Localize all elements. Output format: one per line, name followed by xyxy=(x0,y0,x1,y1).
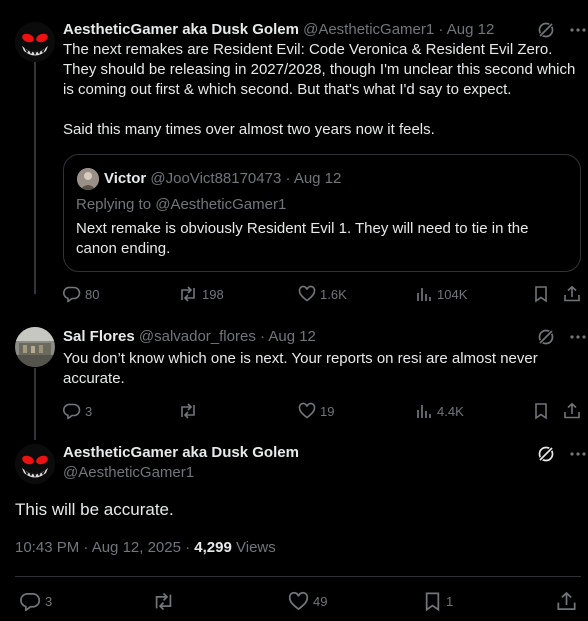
avatar[interactable] xyxy=(15,22,55,62)
repost-button[interactable]: 198 xyxy=(178,284,224,304)
views-count: 4.4K xyxy=(437,403,464,419)
author-handle[interactable]: @salvador_flores xyxy=(139,328,256,345)
quote-date: Aug 12 xyxy=(293,170,342,187)
repost-icon xyxy=(178,402,198,420)
share-icon xyxy=(563,402,581,420)
bookmark-button[interactable] xyxy=(533,284,549,304)
like-count: 49 xyxy=(313,593,328,609)
like-icon xyxy=(288,591,309,612)
repost-button[interactable] xyxy=(178,401,202,421)
reply-button[interactable]: 3 xyxy=(63,401,92,421)
quoted-post[interactable]: Victor @JooVict88170473 · Aug 12 Replyin… xyxy=(63,154,581,272)
post-header: Sal Flores @salvador_flores · Aug 12 xyxy=(63,327,316,347)
grok-icon[interactable] xyxy=(537,445,555,463)
views-total: 4,299 xyxy=(194,539,232,556)
like-icon xyxy=(298,285,316,303)
bookmark-button[interactable]: 1 xyxy=(423,590,453,612)
views-count: 104K xyxy=(437,286,468,302)
quote-header: Victor @JooVict88170473 · Aug 12 xyxy=(104,169,341,189)
views-label: Views xyxy=(231,539,276,556)
reply-icon xyxy=(20,591,41,612)
avatar[interactable] xyxy=(15,327,55,367)
post-actions: 3 19 4.4K xyxy=(0,401,588,421)
grok-icon[interactable] xyxy=(537,21,555,39)
more-icon[interactable] xyxy=(569,21,587,39)
avatar[interactable] xyxy=(15,444,55,484)
reply-count: 3 xyxy=(85,403,93,419)
bookmark-button[interactable] xyxy=(533,401,549,421)
post-top-actions xyxy=(537,328,587,346)
post-meta: 10:43 PM · Aug 12, 2025 · 4,299 Views xyxy=(15,539,276,556)
author-name[interactable]: AestheticGamer aka Dusk Golem xyxy=(63,21,299,38)
more-icon[interactable] xyxy=(569,328,587,346)
post-actions: 80 198 1.6K 104K xyxy=(0,284,588,304)
views-button[interactable]: 4.4K xyxy=(415,401,464,421)
main-author-handle[interactable]: @AestheticGamer1 xyxy=(63,463,194,483)
author-name[interactable]: Sal Flores xyxy=(63,328,135,345)
bookmark-count: 1 xyxy=(446,593,454,609)
post-top-actions xyxy=(537,445,587,463)
share-button[interactable] xyxy=(556,590,577,612)
author-name: AestheticGamer aka Dusk Golem xyxy=(63,444,299,461)
separator: · xyxy=(281,170,294,187)
reply-icon xyxy=(63,402,81,420)
like-button[interactable]: 49 xyxy=(288,590,327,612)
grok-icon[interactable] xyxy=(537,328,555,346)
share-icon xyxy=(563,285,581,303)
reply-button[interactable]: 3 xyxy=(20,590,52,612)
repost-icon xyxy=(152,591,175,612)
author-handle[interactable]: @AestheticGamer1 xyxy=(303,21,434,38)
bookmark-icon xyxy=(533,285,549,303)
main-post-text: This will be accurate. xyxy=(15,500,174,519)
more-icon[interactable] xyxy=(569,445,587,463)
quote-author-handle: @JooVict88170473 xyxy=(150,170,282,187)
like-icon xyxy=(298,402,316,420)
repost-icon xyxy=(178,285,198,303)
share-button[interactable] xyxy=(563,401,581,421)
main-author-name[interactable]: AestheticGamer aka Dusk Golem xyxy=(63,443,299,463)
repost-button[interactable] xyxy=(152,590,179,612)
reply-icon xyxy=(63,285,81,303)
like-count: 1.6K xyxy=(320,286,347,302)
thread-line xyxy=(34,62,36,294)
replying-to: Replying to @AestheticGamer1 xyxy=(76,196,287,213)
separator: · xyxy=(255,328,269,345)
quote-text: Next remake is obviously Resident Evil 1… xyxy=(76,220,533,257)
share-button[interactable] xyxy=(563,284,581,304)
post-top-actions xyxy=(537,21,587,39)
reply-button[interactable]: 80 xyxy=(63,284,99,304)
views-icon xyxy=(415,402,433,420)
like-button[interactable]: 19 xyxy=(298,401,334,421)
post-date[interactable]: Aug 12 xyxy=(447,21,495,38)
post-text: The next remakes are Resident Evil: Code… xyxy=(63,41,576,138)
reply-count: 80 xyxy=(85,286,100,302)
divider xyxy=(15,576,581,577)
reply-count: 3 xyxy=(45,593,53,609)
like-button[interactable]: 1.6K xyxy=(298,284,347,304)
post-timestamp[interactable]: 10:43 PM · Aug 12, 2025 · xyxy=(15,539,194,556)
main-post-actions: 3 49 1 xyxy=(0,590,588,612)
quote-author-name: Victor xyxy=(104,170,147,187)
repost-count: 198 xyxy=(202,286,224,302)
bookmark-icon xyxy=(423,591,442,612)
views-icon xyxy=(415,285,433,303)
bookmark-icon xyxy=(533,402,549,420)
avatar xyxy=(77,168,99,190)
post-date[interactable]: Aug 12 xyxy=(268,328,316,345)
views-button[interactable]: 104K xyxy=(415,284,467,304)
share-icon xyxy=(556,591,577,612)
like-count: 19 xyxy=(320,403,335,419)
separator: · xyxy=(434,21,447,38)
post-header: AestheticGamer aka Dusk Golem @Aesthetic… xyxy=(63,20,494,40)
post-text: You don’t know which one is next. Your r… xyxy=(63,350,542,387)
